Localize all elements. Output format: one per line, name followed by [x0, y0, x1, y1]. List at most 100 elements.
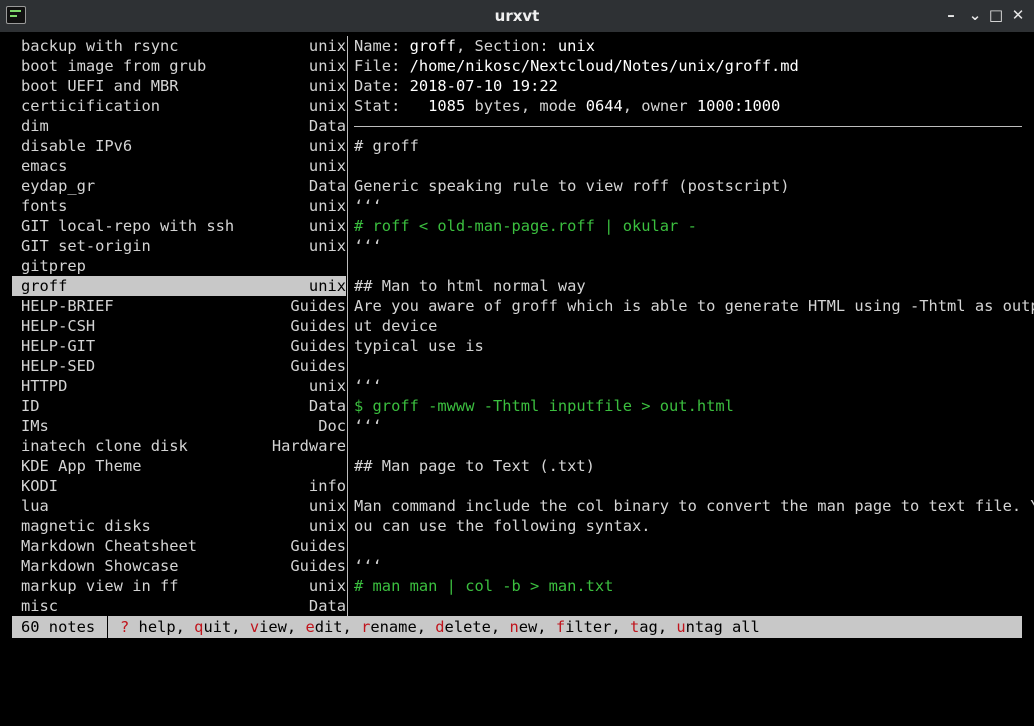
note-list-item[interactable]: groff unix: [12, 276, 346, 296]
note-tag: Doc: [318, 417, 346, 435]
hotkey-label: iew: [259, 618, 287, 636]
note-list-item[interactable]: lua unix: [12, 496, 346, 516]
note-tag: unix: [308, 157, 346, 175]
key-hint: tag: [630, 618, 658, 636]
key-hint: edit: [305, 618, 342, 636]
note-name: Markdown Showcase: [21, 557, 179, 575]
note-name: lua: [21, 497, 49, 515]
hotkey-label: ag: [639, 618, 658, 636]
hotkey-letter: d: [435, 618, 445, 636]
note-name: HTTPD: [21, 377, 68, 395]
note-list-item[interactable]: ID Data: [12, 396, 346, 416]
note-tag: Data: [308, 117, 346, 135]
note-list-item[interactable]: eydap_gr Data: [12, 176, 346, 196]
note-list-item[interactable]: backup with rsync unix: [12, 36, 346, 56]
hotkey-label: ew: [518, 618, 538, 636]
preview-line: # man man | col -b > man.txt: [354, 577, 614, 595]
hotkey-letter: t: [629, 618, 640, 636]
note-list-item[interactable]: gitprep: [12, 256, 346, 276]
note-list-item[interactable]: IMs Doc: [12, 416, 346, 436]
note-name: magnetic disks: [21, 517, 151, 535]
key-hint: untag all: [676, 618, 759, 636]
close-icon[interactable]: ✕: [1009, 6, 1027, 24]
note-list-item[interactable]: disable IPv6 unix: [12, 136, 346, 156]
note-list-item[interactable]: emacs unix: [12, 156, 346, 176]
note-name: dim: [21, 117, 49, 135]
meta-stat-line: Stat: 1085 bytes, mode 0644, owner 1000:…: [354, 97, 781, 115]
key-hint: filter: [556, 618, 612, 636]
note-name: boot image from grub: [21, 57, 207, 75]
note-name: eydap_gr: [21, 177, 96, 195]
note-tag: unix: [308, 237, 346, 255]
hotkey-label: dit: [314, 618, 343, 636]
hotkey-label: elete: [444, 618, 491, 636]
note-list-item[interactable]: HELP-GIT Guides: [12, 336, 346, 356]
note-tag: info: [308, 477, 346, 495]
note-name: inatech clone disk: [21, 437, 188, 455]
note-name: Markdown Cheatsheet: [21, 537, 198, 555]
note-list-item[interactable]: Markdown Showcase Guides: [12, 556, 346, 576]
key-hint: quit: [194, 618, 231, 636]
note-list-item[interactable]: inatech clone disk Hardware: [12, 436, 346, 456]
note-name: certicification: [21, 97, 160, 115]
key-help: ? help, quit, view, edit, rename, delete…: [120, 618, 760, 636]
note-name: fonts: [21, 197, 68, 215]
note-tag: unix: [308, 217, 346, 235]
preview-line: ‘‘‘: [354, 417, 382, 435]
note-list-item[interactable]: HELP-BRIEF Guides: [12, 296, 346, 316]
note-name: misc: [21, 597, 59, 615]
terminal-area[interactable]: backup with rsync unix boot image from gru…: [12, 36, 1034, 638]
note-list-item[interactable]: HELP-CSH Guides: [12, 316, 346, 336]
preview-line: ## Man page to Text (.txt): [354, 457, 595, 475]
note-list-item[interactable]: KODI info: [12, 476, 346, 496]
note-tag: Guides: [290, 337, 346, 355]
note-list-item[interactable]: KDE App Theme: [12, 456, 346, 476]
meta-name-line: Name: groff, Section: unix: [354, 37, 595, 55]
note-name: ID: [21, 397, 40, 415]
note-tag: unix: [308, 517, 346, 535]
hotkey-label: help: [129, 618, 176, 636]
preview-line: [354, 536, 1022, 556]
hotkey-label: uit: [203, 618, 232, 636]
note-name: backup with rsync: [21, 37, 179, 55]
note-list-item[interactable]: HTTPD unix: [12, 376, 346, 396]
note-tag: Data: [308, 597, 346, 615]
note-list-item[interactable]: HELP-SED Guides: [12, 356, 346, 376]
note-list-item[interactable]: boot UEFI and MBR unix: [12, 76, 346, 96]
note-tag: Data: [308, 177, 346, 195]
preview-line: typical use is: [354, 337, 484, 355]
note-list-item[interactable]: GIT local-repo with ssh unix: [12, 216, 346, 236]
note-tag: Guides: [290, 297, 346, 315]
note-list-item[interactable]: boot image from grub unix: [12, 56, 346, 76]
note-name: IMs: [21, 417, 49, 435]
minimize-icon[interactable]: –: [942, 6, 960, 24]
note-list-item[interactable]: certicification unix: [12, 96, 346, 116]
note-tag: unix: [308, 37, 346, 55]
hotkey-letter: u: [676, 618, 686, 636]
note-list-item[interactable]: dim Data: [12, 116, 346, 136]
note-name: boot UEFI and MBR: [21, 77, 179, 95]
note-name: KODI: [21, 477, 59, 495]
note-list-item[interactable]: GIT set-origin unix: [12, 236, 346, 256]
note-list-item[interactable]: fonts unix: [12, 196, 346, 216]
preview-separator: [354, 126, 1022, 127]
note-tag: unix: [308, 197, 346, 215]
note-tag: unix: [308, 497, 346, 515]
note-count: 60 notes: [21, 618, 96, 636]
note-list-item[interactable]: Markdown Cheatsheet Guides: [12, 536, 346, 556]
maximize-icon[interactable]: □: [987, 6, 1005, 24]
note-name: markup view in ff: [21, 577, 179, 595]
preview-line: ‘‘‘: [354, 237, 382, 255]
note-tag: Guides: [290, 537, 346, 555]
hotkey-letter: e: [305, 618, 315, 636]
note-list-item[interactable]: misc Data: [12, 596, 346, 616]
note-list-item[interactable]: markup view in ff unix: [12, 576, 346, 596]
preview-line: Man command include the col binary to co…: [354, 497, 1034, 515]
note-list-item[interactable]: magnetic disks unix: [12, 516, 346, 536]
preview-line: # roff < old-man-page.roff | okular -: [354, 217, 697, 235]
hotkey-letter: v: [249, 618, 260, 636]
note-tag: Hardware: [271, 437, 346, 455]
note-tag: unix: [308, 57, 346, 75]
restore-icon[interactable]: ⌄: [966, 6, 984, 24]
hotkey-label: ename: [370, 618, 417, 636]
